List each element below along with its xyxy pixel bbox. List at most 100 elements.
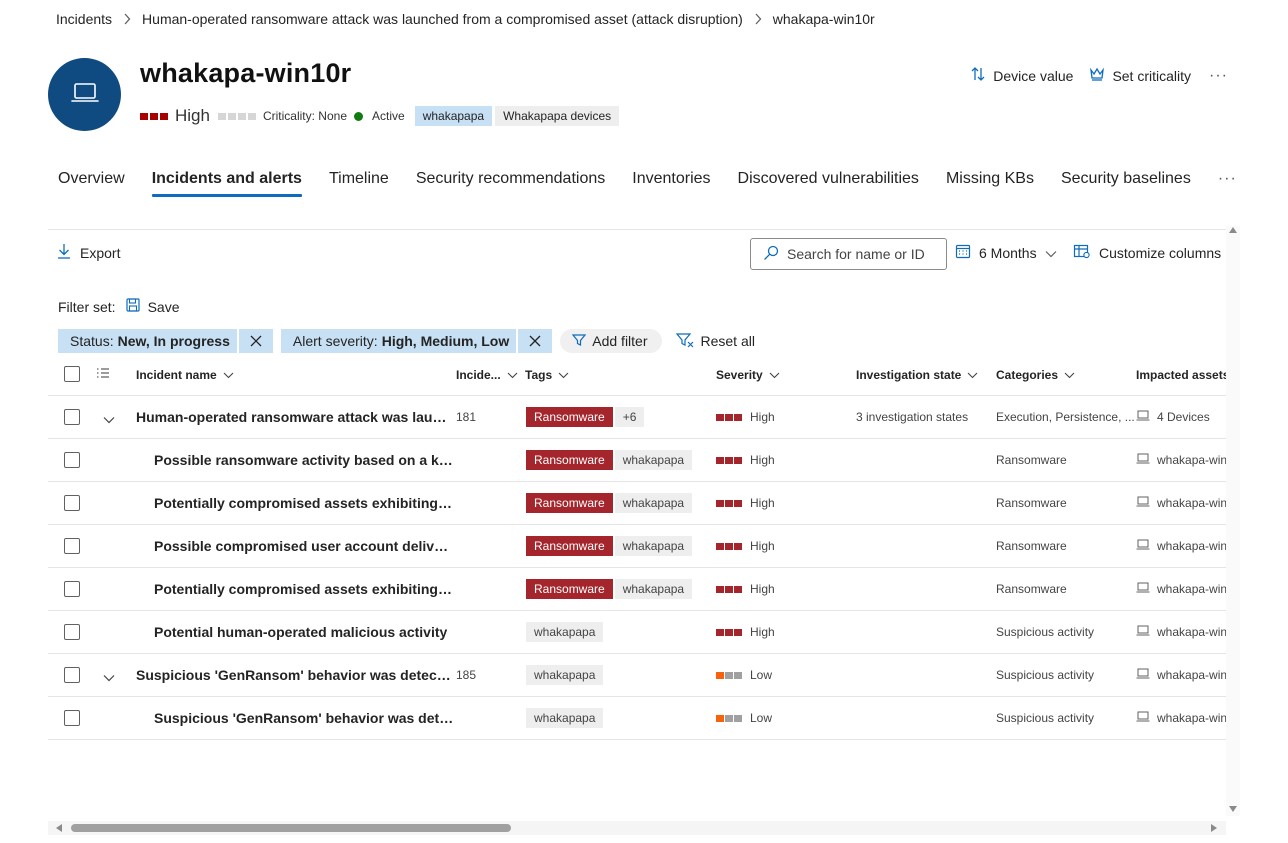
sort-arrows-icon [970,66,986,85]
search-input[interactable] [787,246,937,262]
filter-chip-status[interactable]: Status: New, In progress [58,329,273,353]
search-box[interactable] [750,238,947,270]
device-group-tag[interactable]: Whakapapa devices [495,106,620,126]
tag-badge: +6 [614,407,645,427]
impacted-asset[interactable]: whakapa-win [1136,668,1226,682]
column-header-impacted-assets[interactable]: Impacted assets [1136,368,1226,382]
tab-security-baselines[interactable]: Security baselines [1061,170,1191,196]
breadcrumb-incident[interactable]: Human-operated ransomware attack was lau… [142,11,743,27]
expand-chevron-icon[interactable] [103,671,115,685]
impacted-asset-label: 4 Devices [1157,410,1210,424]
impacted-asset-label: whakapa-win [1157,668,1226,682]
tag-badge: whakapapa [526,665,604,685]
tag-badge: whakapapa [614,536,693,556]
save-filter-button[interactable]: Save [125,298,180,315]
severity-indicator [716,671,742,679]
table-row[interactable]: Human-operated ransomware attack was lau… [48,396,1226,439]
tab-security-recommendations[interactable]: Security recommendations [416,170,605,196]
list-view-icon[interactable] [96,367,110,384]
incident-name-link[interactable]: Suspicious 'GenRansom' behavior was dete… [154,710,454,726]
impacted-asset[interactable]: whakapa-win [1136,582,1226,596]
search-icon [763,245,779,264]
tag-badge: whakapapa [614,579,693,599]
add-filter-button[interactable]: Add filter [560,329,662,353]
tab-missing-kbs[interactable]: Missing KBs [946,170,1034,196]
device-avatar [48,58,121,131]
filter-chip-value: New, In progress [117,333,230,349]
incident-name-link[interactable]: Potential human-operated malicious activ… [154,624,447,640]
filter-chip-alert-severity[interactable]: Alert severity: High, Medium, Low [280,329,553,353]
incident-name-link[interactable]: Possible compromised user account delive… [154,538,454,554]
tab-inventories[interactable]: Inventories [632,170,710,196]
vertical-scrollbar[interactable] [1226,226,1240,816]
table-row[interactable]: Possible compromised user account delive… [48,525,1226,568]
impacted-asset[interactable]: whakapa-win [1136,539,1226,553]
reset-all-button[interactable]: Reset all [675,332,755,351]
expand-chevron-icon[interactable] [103,413,115,427]
column-header-incident-id[interactable]: Incide... [456,368,518,382]
incident-name-link[interactable]: Potentially compromised assets exhibitin… [154,495,454,511]
calendar-icon [955,243,971,262]
impacted-asset[interactable]: whakapa-win [1136,625,1226,639]
table-row[interactable]: Possible ransomware activity based on a … [48,439,1226,482]
close-icon[interactable] [516,329,553,353]
tab-timeline[interactable]: Timeline [329,170,389,196]
column-header-investigation-state[interactable]: Investigation state [856,368,978,382]
impacted-asset[interactable]: whakapa-win [1136,711,1226,725]
horizontal-scrollbar-thumb[interactable] [71,824,511,832]
row-checkbox[interactable] [64,624,80,640]
row-checkbox[interactable] [64,538,80,554]
severity-indicator [716,542,742,550]
impacted-asset[interactable]: whakapa-win [1136,496,1226,510]
select-all-checkbox[interactable] [64,366,80,382]
customize-columns-label: Customize columns [1099,244,1222,261]
row-checkbox[interactable] [64,667,80,683]
tab-discovered-vulnerabilities[interactable]: Discovered vulnerabilities [738,170,919,196]
category: Ransomware [996,453,1067,467]
column-label: Severity [716,368,763,382]
table-row[interactable]: Suspicious 'GenRansom' behavior was dete… [48,697,1226,740]
table-row[interactable]: Suspicious 'GenRansom' behavior was dete… [48,654,1226,697]
row-checkbox[interactable] [64,710,80,726]
row-checkbox[interactable] [64,495,80,511]
tab-overview[interactable]: Overview [58,170,125,196]
breadcrumb-incidents[interactable]: Incidents [56,11,112,27]
scroll-up-icon[interactable] [1229,227,1237,233]
scroll-down-icon[interactable] [1229,806,1237,812]
column-header-incident-name[interactable]: Incident name [136,368,234,382]
tab-incidents-and-alerts[interactable]: Incidents and alerts [151,170,303,197]
row-checkbox[interactable] [64,581,80,597]
row-checkbox[interactable] [64,409,80,425]
table-row[interactable]: Potentially compromised assets exhibitin… [48,568,1226,611]
export-button[interactable]: Export [57,243,120,262]
severity-indicator [716,413,742,421]
device-tag[interactable]: whakapapa [414,106,493,126]
incident-name-link[interactable]: Suspicious 'GenRansom' behavior was dete… [136,667,452,683]
incident-name-link[interactable]: Possible ransomware activity based on a … [154,452,454,468]
table-row[interactable]: Potential human-operated malicious activ… [48,611,1226,654]
close-icon[interactable] [236,329,273,353]
column-header-categories[interactable]: Categories [996,368,1075,382]
column-header-severity[interactable]: Severity [716,368,780,382]
impacted-asset[interactable]: whakapa-win [1136,453,1226,467]
severity-label: High [750,625,775,639]
table-row[interactable]: Potentially compromised assets exhibitin… [48,482,1226,525]
incident-name-link[interactable]: Human-operated ransomware attack was lau… [136,409,452,425]
tabs-more-icon[interactable]: ··· [1218,170,1237,196]
laptop-icon [1136,582,1150,596]
device-value-label: Device value [993,67,1074,84]
incident-name-link[interactable]: Potentially compromised assets exhibitin… [154,581,454,597]
category: Suspicious activity [996,625,1095,639]
device-value-button[interactable]: Device value [970,66,1073,85]
scroll-right-icon[interactable] [1211,824,1217,832]
column-header-tags[interactable]: Tags [525,368,569,382]
customize-columns-button[interactable]: Customize columns [1073,243,1221,262]
more-actions-icon[interactable]: ··· [1209,67,1228,85]
impacted-asset[interactable]: 4 Devices [1136,410,1226,425]
breadcrumb-device: whakapa-win10r [772,11,875,27]
scroll-left-icon[interactable] [56,824,62,832]
set-criticality-button[interactable]: Set criticality [1089,66,1191,85]
column-label: Tags [525,368,553,382]
time-range-dropdown[interactable]: 6 Months [955,243,1057,262]
row-checkbox[interactable] [64,452,80,468]
